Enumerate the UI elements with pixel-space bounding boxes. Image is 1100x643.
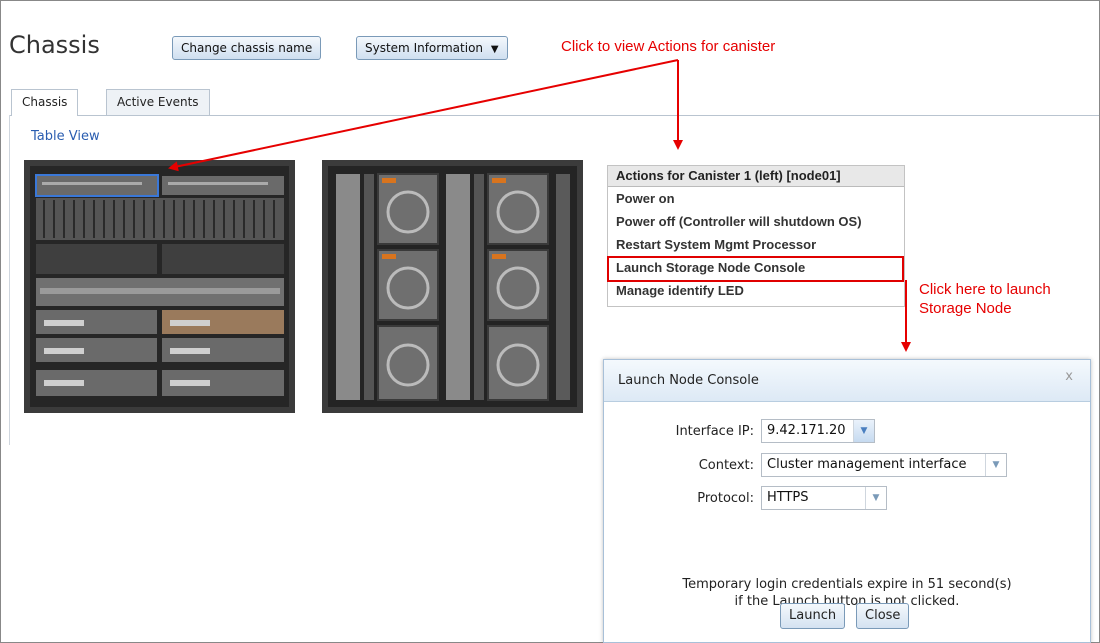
system-information-button[interactable]: System Information ▼ xyxy=(356,36,508,60)
close-icon[interactable]: x xyxy=(1065,369,1073,384)
dialog-message-line2: if the Launch button is not clicked. xyxy=(734,594,960,609)
tab-active-events[interactable]: Active Events xyxy=(106,89,210,115)
interface-ip-select[interactable]: 9.42.171.20 ▼ xyxy=(761,419,875,443)
change-chassis-name-label: Change chassis name xyxy=(181,41,313,55)
chevron-down-icon[interactable]: ▼ xyxy=(865,487,886,509)
actions-menu: Actions for Canister 1 (left) [node01] P… xyxy=(607,165,905,307)
dialog-title: Launch Node Console xyxy=(604,360,1090,402)
close-button[interactable]: Close xyxy=(856,603,910,629)
dialog-message-line1: Temporary login credentials expire in 51… xyxy=(682,577,1012,592)
chassis-front-image xyxy=(24,160,295,413)
action-restart-sys-mgmt[interactable]: Restart System Mgmt Processor xyxy=(608,233,904,256)
interface-ip-value: 9.42.171.20 xyxy=(767,423,846,438)
panel-border xyxy=(9,115,10,445)
launch-button[interactable]: Launch xyxy=(780,603,846,629)
context-value: Cluster management interface xyxy=(767,457,967,472)
interface-ip-label: Interface IP: xyxy=(675,424,754,439)
system-information-label: System Information xyxy=(365,41,484,55)
protocol-label: Protocol: xyxy=(697,491,754,506)
tab-divider xyxy=(9,115,1099,116)
actions-menu-title: Actions for Canister 1 (left) [node01] xyxy=(608,166,904,187)
tab-chassis-label: Chassis xyxy=(22,95,68,109)
protocol-select[interactable]: HTTPS ▼ xyxy=(761,486,887,510)
action-power-off[interactable]: Power off (Controller will shutdown OS) xyxy=(608,210,904,233)
action-power-on[interactable]: Power on xyxy=(608,187,904,210)
chevron-down-icon[interactable]: ▼ xyxy=(853,420,874,442)
protocol-value: HTTPS xyxy=(767,490,809,505)
annotation-view-actions: Click to view Actions for canister xyxy=(561,38,776,55)
tab-active-events-label: Active Events xyxy=(117,95,199,109)
page-title: Chassis xyxy=(9,31,100,59)
annotation-launch: Click here to launch Storage Node xyxy=(919,280,1051,318)
table-view-link[interactable]: Table View xyxy=(31,129,100,144)
annotation-launch-line1: Click here to launch xyxy=(919,281,1051,298)
chassis-rear-image xyxy=(322,160,583,413)
highlight-box xyxy=(607,256,904,282)
chevron-down-icon[interactable]: ▼ xyxy=(985,454,1006,476)
chevron-down-icon: ▼ xyxy=(490,44,499,55)
context-select[interactable]: Cluster management interface ▼ xyxy=(761,453,1007,477)
context-label: Context: xyxy=(698,458,754,473)
change-chassis-name-button[interactable]: Change chassis name xyxy=(172,36,322,60)
tab-chassis[interactable]: Chassis xyxy=(11,89,79,116)
annotation-launch-line2: Storage Node xyxy=(919,300,1012,317)
action-manage-identify-led[interactable]: Manage identify LED xyxy=(608,279,904,302)
dialog-message: Temporary login credentials expire in 51… xyxy=(603,576,1091,610)
